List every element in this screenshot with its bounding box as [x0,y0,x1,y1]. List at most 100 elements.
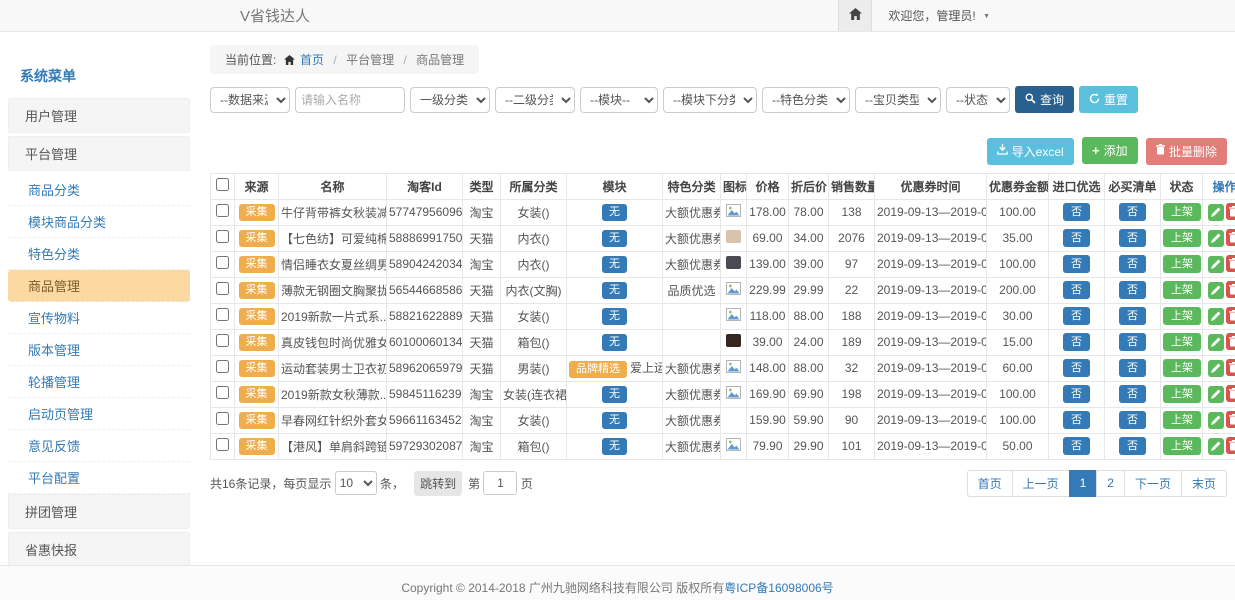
delete-button[interactable] [1226,333,1235,350]
must-buy-toggle[interactable]: 否 [1119,333,1146,351]
edit-button[interactable] [1208,230,1224,247]
row-checkbox[interactable] [216,334,229,347]
must-buy-toggle[interactable]: 否 [1119,203,1146,221]
edit-button[interactable] [1208,360,1224,377]
delete-button[interactable] [1226,203,1235,220]
sidebar-item-splash-page-management[interactable]: 启动页管理 [8,398,190,430]
must-buy-toggle[interactable]: 否 [1119,437,1146,455]
row-checkbox[interactable] [216,204,229,217]
edit-button[interactable] [1208,308,1224,325]
search-button[interactable]: 查询 [1015,86,1074,113]
row-checkbox[interactable] [216,360,229,373]
sidebar-item-platform-config[interactable]: 平台配置 [8,462,190,494]
pager-page-2[interactable]: 2 [1096,470,1125,497]
import-optimal-toggle[interactable]: 否 [1063,255,1090,273]
sidebar-item-goods-category[interactable]: 商品分类 [8,174,190,206]
data-source-select[interactable]: --数据来源-- [210,87,290,113]
import-optimal-toggle[interactable]: 否 [1063,411,1090,429]
jump-button[interactable]: 跳转到 [414,471,462,496]
pager-last[interactable]: 末页 [1181,470,1227,497]
breadcrumb-home-link[interactable]: 首页 [300,53,324,67]
pager-page-1[interactable]: 1 [1069,470,1098,497]
delete-button[interactable] [1226,255,1235,272]
import-optimal-toggle[interactable]: 否 [1063,229,1090,247]
edit-button[interactable] [1208,386,1224,403]
status-toggle[interactable]: 上架 [1163,255,1201,273]
must-buy-toggle[interactable]: 否 [1119,281,1146,299]
edit-button[interactable] [1208,282,1224,299]
sidebar-item-promo-material[interactable]: 宣传物料 [8,302,190,334]
sidebar-item-savings-express[interactable]: 省惠快报 [8,532,190,567]
edit-button[interactable] [1208,204,1224,221]
row-checkbox[interactable] [216,412,229,425]
row-checkbox[interactable] [216,308,229,321]
module-sub-category-select[interactable]: --模块下分类-- [663,87,757,113]
icp-link[interactable]: 粤ICP备16098006号 [724,581,833,595]
import-optimal-toggle[interactable]: 否 [1063,333,1090,351]
user-menu[interactable]: 欢迎您，管理员! ▼ [872,7,990,24]
status-select[interactable]: --状态-- [946,87,1010,113]
name-input[interactable] [295,87,405,113]
delete-button[interactable] [1226,229,1235,246]
pager-next[interactable]: 下一页 [1124,470,1182,497]
import-optimal-toggle[interactable]: 否 [1063,281,1090,299]
select-all-checkbox[interactable] [216,178,229,191]
must-buy-toggle[interactable]: 否 [1119,229,1146,247]
status-toggle[interactable]: 上架 [1163,307,1201,325]
sidebar-item-platform-management[interactable]: 平台管理 [8,136,190,171]
delete-button[interactable] [1226,437,1235,454]
pager-first[interactable]: 首页 [967,470,1013,497]
page-number-input[interactable] [483,471,517,495]
status-toggle[interactable]: 上架 [1163,229,1201,247]
status-toggle[interactable]: 上架 [1163,437,1201,455]
delete-button[interactable] [1226,281,1235,298]
must-buy-toggle[interactable]: 否 [1119,307,1146,325]
sidebar-item-feature-category[interactable]: 特色分类 [8,238,190,270]
import-optimal-toggle[interactable]: 否 [1063,307,1090,325]
status-toggle[interactable]: 上架 [1163,385,1201,403]
reset-button[interactable]: 重置 [1079,86,1138,113]
sidebar-item-user-management[interactable]: 用户管理 [8,98,190,133]
status-toggle[interactable]: 上架 [1163,333,1201,351]
delete-button[interactable] [1226,411,1235,428]
import-optimal-toggle[interactable]: 否 [1063,437,1090,455]
row-checkbox[interactable] [216,386,229,399]
sidebar-item-feedback[interactable]: 意见反馈 [8,430,190,462]
pager-prev[interactable]: 上一页 [1012,470,1070,497]
sidebar-item-version-management[interactable]: 版本管理 [8,334,190,366]
add-button[interactable]: + 添加 [1082,137,1138,164]
status-toggle[interactable]: 上架 [1163,203,1201,221]
must-buy-toggle[interactable]: 否 [1119,359,1146,377]
import-optimal-toggle[interactable]: 否 [1063,359,1090,377]
home-button[interactable] [838,0,872,31]
per-page-select[interactable]: 10 [335,471,377,495]
sidebar-item-goods-management[interactable]: 商品管理 [8,270,190,302]
module-select[interactable]: --模块-- [580,87,658,113]
edit-button[interactable] [1208,256,1224,273]
delete-button[interactable] [1226,359,1235,376]
edit-button[interactable] [1208,334,1224,351]
row-checkbox[interactable] [216,256,229,269]
delete-button[interactable] [1226,385,1235,402]
sidebar-item-carousel-management[interactable]: 轮播管理 [8,366,190,398]
edit-button[interactable] [1208,412,1224,429]
status-toggle[interactable]: 上架 [1163,281,1201,299]
status-toggle[interactable]: 上架 [1163,411,1201,429]
row-checkbox[interactable] [216,282,229,295]
sidebar-item-group-buy-management[interactable]: 拼团管理 [8,494,190,529]
row-checkbox[interactable] [216,438,229,451]
must-buy-toggle[interactable]: 否 [1119,385,1146,403]
feature-category-select[interactable]: --特色分类-- [762,87,850,113]
import-excel-button[interactable]: 导入excel [987,138,1074,165]
item-type-select[interactable]: --宝贝类型-- [855,87,941,113]
edit-button[interactable] [1208,438,1224,455]
delete-button[interactable] [1226,307,1235,324]
row-checkbox[interactable] [216,230,229,243]
sidebar-item-module-goods-category[interactable]: 模块商品分类 [8,206,190,238]
status-toggle[interactable]: 上架 [1163,359,1201,377]
batch-delete-button[interactable]: 批量删除 [1146,138,1227,165]
must-buy-toggle[interactable]: 否 [1119,411,1146,429]
level2-category-select[interactable]: --二级分类-- [495,87,575,113]
level1-category-select[interactable]: 一级分类 [410,87,490,113]
import-optimal-toggle[interactable]: 否 [1063,203,1090,221]
